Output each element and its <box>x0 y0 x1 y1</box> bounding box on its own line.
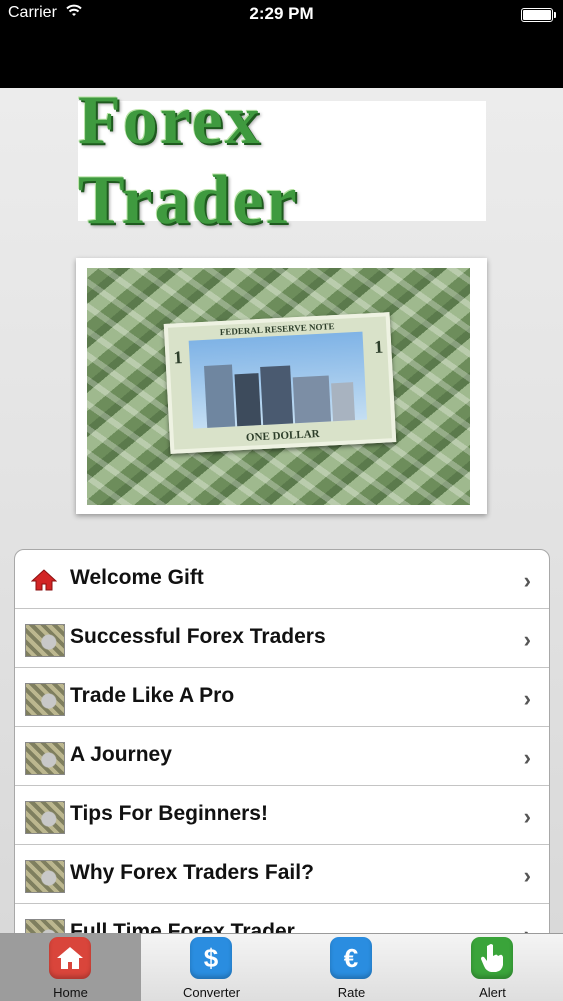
chevron-right-icon: › <box>523 627 531 652</box>
bill-denomination-left: 1 <box>172 347 184 368</box>
tab-rate[interactable]: € Rate <box>281 934 422 1001</box>
menu-item-label: Why Forex Traders Fail? <box>70 861 314 884</box>
coin-thumbnail-icon <box>25 624 65 657</box>
hand-pointer-icon <box>471 937 513 979</box>
money-banner-image: FEDERAL RESERVE NOTE 1 1 ONE DOLLAR <box>87 268 470 505</box>
city-skyline-image <box>188 331 368 429</box>
chevron-right-icon: › <box>523 745 531 770</box>
coin-thumbnail-icon <box>25 919 65 933</box>
building <box>292 375 332 424</box>
tab-alert[interactable]: Alert <box>422 934 563 1001</box>
menu-item-label: Welcome Gift <box>70 566 204 589</box>
home-content: Forex Trader FEDERAL RESERVE NOTE 1 1 ON… <box>0 88 563 933</box>
status-bar: Carrier 2:29 PM <box>0 0 563 88</box>
coin-thumbnail-icon <box>25 860 65 893</box>
tab-label: Home <box>53 985 88 1000</box>
tab-converter[interactable]: $ Converter <box>141 934 282 1001</box>
chevron-right-icon: › <box>524 922 531 933</box>
chevron-right-icon: › <box>523 568 531 593</box>
tab-label: Alert <box>479 985 506 1000</box>
home-icon <box>49 937 91 979</box>
building <box>234 373 262 427</box>
bill-denomination-right: 1 <box>373 336 384 358</box>
building <box>204 364 236 428</box>
battery-icon <box>521 8 556 22</box>
clock: 2:29 PM <box>249 4 314 23</box>
menu-item-tips-for-beginners[interactable]: Tips For Beginners! › <box>15 786 549 845</box>
menu-item-label: A Journey <box>70 743 172 766</box>
building <box>260 365 294 425</box>
menu-item-full-time-forex-trader[interactable]: Full Time Forex Trader › <box>15 904 549 933</box>
chevron-right-icon: › <box>523 804 531 829</box>
banner-frame: FEDERAL RESERVE NOTE 1 1 ONE DOLLAR <box>76 258 487 514</box>
menu-item-successful-forex-traders[interactable]: Successful Forex Traders › <box>15 609 549 668</box>
menu-item-a-journey[interactable]: A Journey › <box>15 727 549 786</box>
menu-item-label: Trade Like A Pro <box>70 684 235 707</box>
chevron-right-icon: › <box>523 863 531 888</box>
tab-label: Rate <box>337 985 366 1000</box>
app-logo: Forex Trader <box>78 88 486 239</box>
tab-bar: Home $ Converter € Rate Alert <box>0 933 563 1001</box>
tab-home[interactable]: Home <box>0 934 141 1001</box>
menu-list: Welcome Gift › Successful Forex Traders … <box>14 549 550 933</box>
menu-item-label: Tips For Beginners! <box>70 802 268 825</box>
chevron-right-icon: › <box>523 686 531 711</box>
menu-item-label: Full Time Forex Trader <box>70 920 295 933</box>
coin-thumbnail-icon <box>25 742 65 775</box>
home-icon <box>30 569 58 591</box>
dollar-bill: FEDERAL RESERVE NOTE 1 1 ONE DOLLAR <box>163 312 397 454</box>
euro-icon: € <box>330 937 372 979</box>
menu-item-trade-like-a-pro[interactable]: Trade Like A Pro › <box>15 668 549 727</box>
tab-label: Converter <box>182 985 241 1000</box>
menu-item-why-forex-traders-fail[interactable]: Why Forex Traders Fail? › <box>15 845 549 904</box>
logo-text: Forex Trader <box>78 88 299 239</box>
building <box>331 382 356 422</box>
menu-item-welcome-gift[interactable]: Welcome Gift › <box>15 550 549 609</box>
menu-item-label: Successful Forex Traders <box>70 625 326 648</box>
coin-thumbnail-icon <box>25 683 65 716</box>
coin-thumbnail-icon <box>25 801 65 834</box>
dollar-icon: $ <box>190 937 232 979</box>
